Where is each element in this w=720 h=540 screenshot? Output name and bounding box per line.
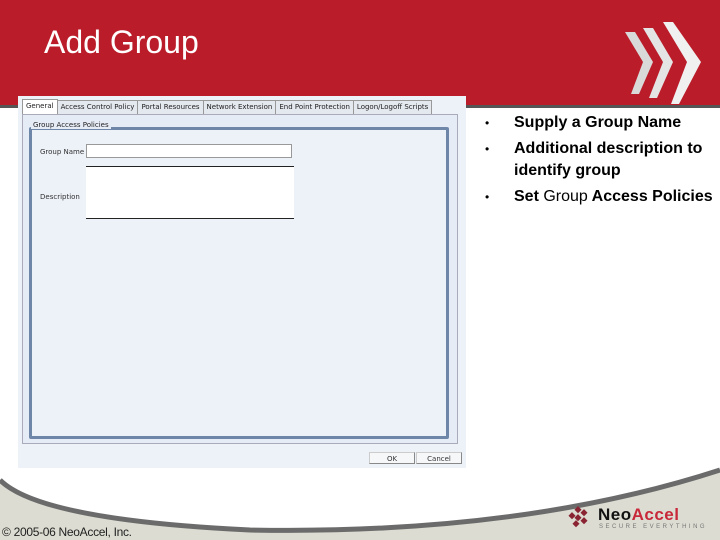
group-name-input[interactable] (86, 144, 292, 158)
neoaccel-logo-text: NeoAccel (598, 505, 680, 525)
bullet-item: • Supply a Group Name (485, 112, 715, 134)
neoaccel-cube-logo-icon (568, 506, 588, 528)
bullet-item: • Additional description to identify grou… (485, 138, 715, 182)
tab-access-control-policy[interactable]: Access Control Policy (56, 100, 139, 114)
description-label: Description (40, 193, 80, 201)
bullet-dot: • (485, 190, 490, 204)
bullet-text: Access Policies (587, 188, 713, 205)
tab-end-point-protection[interactable]: End Point Protection (275, 100, 354, 114)
description-textarea[interactable] (86, 166, 294, 219)
bullet-dot: • (485, 142, 490, 156)
slide-title: Add Group (44, 24, 199, 60)
bullet-text: Supply a Group Name (514, 114, 682, 131)
bullet-text: Group (543, 188, 588, 205)
logo-tagline: SECURE EVERYTHING (599, 524, 708, 530)
bullet-list: • Supply a Group Name • Additional descript… (485, 112, 715, 212)
group-box-legend: Group Access Policies (31, 121, 111, 129)
logo-accel: Accel (631, 505, 680, 524)
tab-portal-resources[interactable]: Portal Resources (137, 100, 204, 114)
general-tab-panel: Group Name Description Group Access Poli… (22, 114, 458, 444)
tab-network-extension[interactable]: Network Extension (202, 100, 277, 114)
bullet-text: Additional description to identify group (514, 140, 703, 179)
add-group-dialog: General Access Control Policy Portal Resou… (18, 96, 466, 468)
tab-general[interactable]: General (22, 99, 58, 114)
bullet-item: • Set Group Access Policies (485, 186, 715, 208)
group-name-label: Group Name (40, 148, 85, 156)
bullet-text: Set (514, 188, 544, 205)
slide-header: Add Group (0, 0, 720, 108)
copyright-text: © 2005-06 NeoAccel, Inc. (2, 525, 132, 539)
group-access-policies-box: Group Name Description (29, 127, 449, 439)
triple-chevron-icon (625, 22, 701, 104)
tab-bar: General Access Control Policy Portal Resou… (22, 99, 433, 114)
tab-logon-logoff-scripts[interactable]: Logon/Logoff Scripts (352, 100, 433, 114)
logo-neo: Neo (598, 505, 632, 524)
bullet-dot: • (485, 116, 490, 130)
